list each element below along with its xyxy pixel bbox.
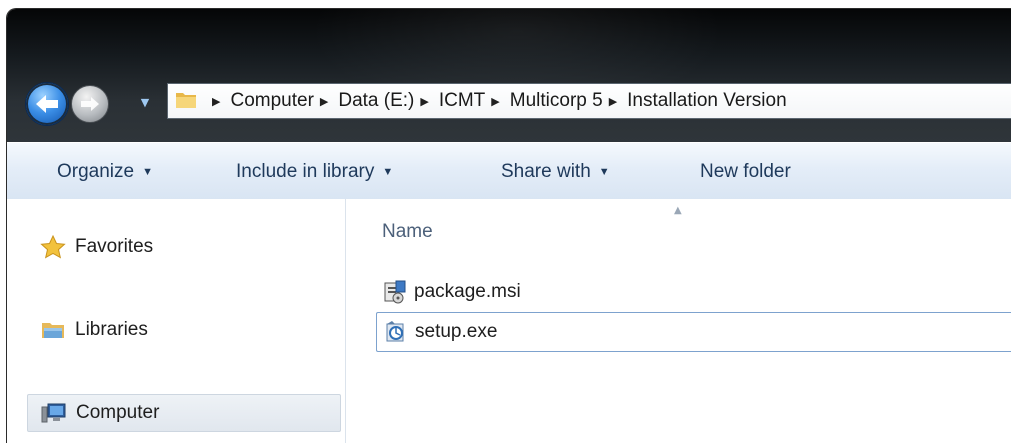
file-item-package-msi[interactable]: package.msi [376, 273, 1011, 311]
file-name: package.msi [414, 281, 521, 302]
new-folder-label: New folder [700, 161, 791, 182]
breadcrumb-installation-version[interactable]: Installation Version [627, 90, 787, 112]
include-in-library-label: Include in library [236, 161, 375, 182]
breadcrumb-separator-icon[interactable]: ▶ [212, 95, 220, 108]
libraries-icon [39, 318, 67, 342]
sort-ascending-icon: ▲ [674, 205, 682, 216]
organize-button[interactable]: Organize ▼ [57, 160, 153, 184]
nav-item-label: Computer [76, 402, 160, 423]
chevron-down-icon: ▼ [140, 95, 150, 109]
recent-pages-button[interactable]: ▼ [140, 95, 150, 109]
include-in-library-button[interactable]: Include in library ▼ [236, 160, 393, 184]
title-bar [7, 9, 1011, 142]
computer-icon [40, 401, 68, 425]
breadcrumb-separator-icon[interactable]: ▶ [491, 95, 499, 108]
breadcrumb-data-e[interactable]: Data (E:) [338, 90, 414, 112]
back-button[interactable] [25, 82, 69, 126]
forward-button[interactable] [71, 85, 109, 123]
explorer-window: ▼ ▶ Computer ▶ Data (E:) ▶ ICMT ▶ Multic… [6, 8, 1011, 443]
file-name: setup.exe [415, 321, 498, 342]
share-with-button[interactable]: Share with ▼ [501, 160, 610, 184]
nav-item-libraries[interactable]: Libraries [7, 312, 321, 348]
folder-icon [174, 88, 198, 112]
nav-item-label: Favorites [75, 236, 154, 257]
file-list: ▲ Name package.msi setup.exe [346, 199, 1011, 443]
nav-item-computer[interactable]: Computer [27, 394, 341, 432]
organize-label: Organize [57, 161, 135, 182]
breadcrumb-separator-icon[interactable]: ▶ [320, 95, 328, 108]
breadcrumb-computer[interactable]: Computer [230, 90, 313, 112]
forward-arrow-icon [81, 97, 99, 111]
breadcrumb-multicorp-5[interactable]: Multicorp 5 [510, 90, 603, 112]
star-icon [39, 235, 67, 259]
breadcrumb: ▶ Computer ▶ Data (E:) ▶ ICMT ▶ Multicor… [206, 84, 787, 118]
address-bar[interactable]: ▶ Computer ▶ Data (E:) ▶ ICMT ▶ Multicor… [167, 83, 1011, 119]
column-header-name[interactable]: Name [382, 221, 433, 243]
navigation-pane: Favorites Libraries Computer [7, 199, 346, 443]
chevron-down-icon: ▼ [142, 166, 153, 178]
breadcrumb-icmt[interactable]: ICMT [439, 90, 485, 112]
chevron-down-icon: ▼ [382, 166, 394, 178]
file-item-setup-exe[interactable]: setup.exe [376, 312, 1011, 352]
back-arrow-icon [36, 95, 58, 113]
nav-item-label: Libraries [75, 319, 148, 340]
chevron-down-icon: ▼ [598, 166, 610, 178]
nav-item-favorites[interactable]: Favorites [7, 229, 321, 265]
share-with-label: Share with [501, 161, 591, 182]
setup-exe-icon [383, 319, 409, 345]
new-folder-button[interactable]: New folder [700, 160, 791, 184]
breadcrumb-separator-icon[interactable]: ▶ [420, 95, 428, 108]
msi-installer-icon [382, 279, 408, 305]
breadcrumb-separator-icon[interactable]: ▶ [609, 95, 617, 108]
command-bar: Organize ▼ Include in library ▼ Share wi… [7, 142, 1011, 200]
